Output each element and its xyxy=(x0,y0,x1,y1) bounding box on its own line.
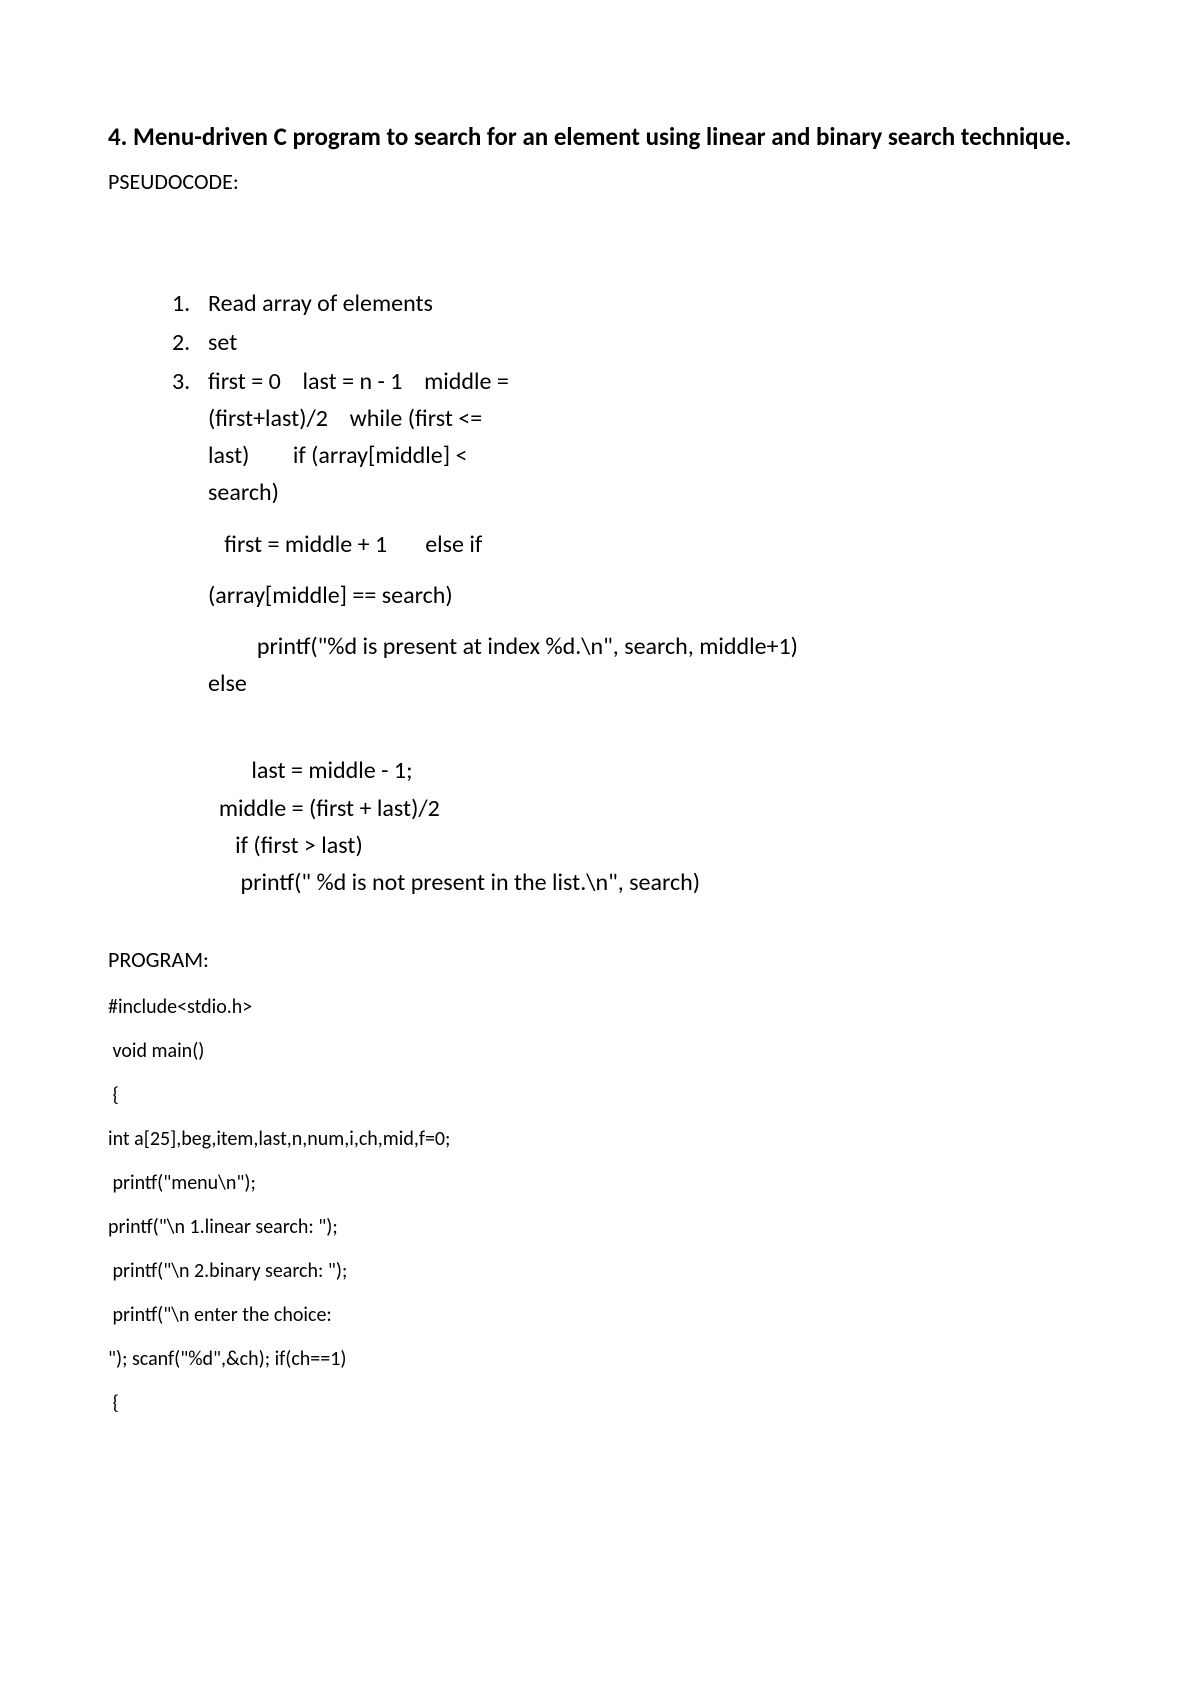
code-line: { xyxy=(108,1081,1092,1109)
list-text: first = 0 last = n - 1 middle = (first+l… xyxy=(208,363,1092,512)
list-text: set xyxy=(208,328,237,357)
list-text: (array[middle] == search) xyxy=(208,577,1092,614)
document-title: 4. Menu-driven C program to search for a… xyxy=(108,118,1092,156)
code-line: #include<stdio.h> xyxy=(108,993,1092,1021)
list-item: Read array of elements xyxy=(172,285,1092,322)
pseudocode-label: PSEUDOCODE: xyxy=(108,168,1092,195)
list-text: printf("%d is present at index %d.\n", s… xyxy=(208,628,1092,702)
pseudocode-list: Read array of elements set first = 0 las… xyxy=(108,285,1092,703)
code-line: printf("\n 1.linear search: "); xyxy=(108,1213,1092,1241)
code-line: "); scanf("%d",&ch); if(ch==1) xyxy=(108,1345,1092,1373)
list-text: Read array of elements xyxy=(208,289,433,318)
code-line: void main() xyxy=(108,1037,1092,1065)
code-line: printf("menu\n"); xyxy=(108,1169,1092,1197)
code-line: printf("\n enter the choice: xyxy=(108,1301,1092,1329)
pseudocode-continuation: last = middle - 1; middle = (first + las… xyxy=(108,752,1092,901)
list-text: first = middle + 1 else if xyxy=(208,526,1092,563)
document-page: 4. Menu-driven C program to search for a… xyxy=(0,0,1200,1513)
program-label: PROGRAM: xyxy=(108,946,1092,973)
list-item: set xyxy=(172,324,1092,361)
code-line: printf("\n 2.binary search: "); xyxy=(108,1257,1092,1285)
code-line: { xyxy=(108,1389,1092,1417)
list-item: first = 0 last = n - 1 middle = (first+l… xyxy=(172,363,1092,703)
code-line: int a[25],beg,item,last,n,num,i,ch,mid,f… xyxy=(108,1125,1092,1153)
